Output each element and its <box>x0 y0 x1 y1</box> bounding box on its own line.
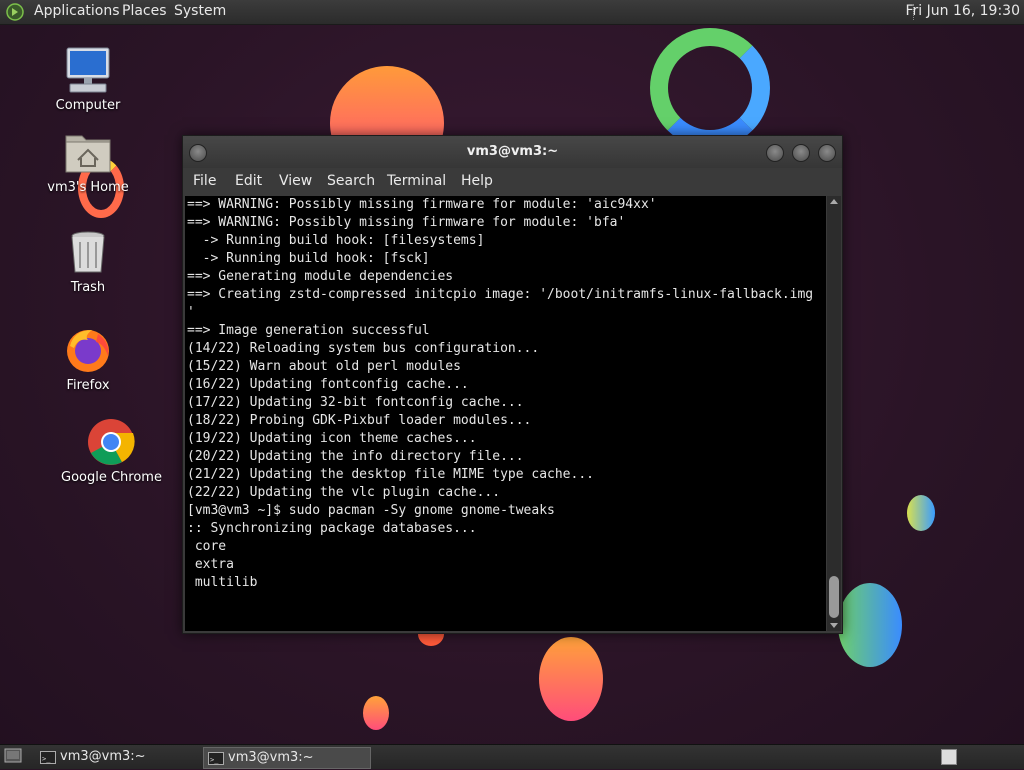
desktop-icon-label: Computer <box>55 98 121 113</box>
show-desktop-icon[interactable] <box>4 748 22 764</box>
close-button[interactable] <box>818 144 836 162</box>
desktop-icon-home[interactable]: vm3's Home <box>38 128 138 195</box>
menu-file[interactable]: File <box>193 173 216 189</box>
terminal-line: ==> WARNING: Possibly missing firmware f… <box>187 197 657 212</box>
wallpaper-blob <box>539 637 603 721</box>
terminal-line: ==> Image generation successful <box>187 323 430 338</box>
bottom-panel: vm3@vm3:~ vm3@vm3:~ <box>0 744 1024 770</box>
home-folder-icon <box>64 128 112 176</box>
desktop-icon-computer[interactable]: Computer <box>38 46 138 113</box>
menu-search[interactable]: Search <box>327 173 375 189</box>
window-menu-icon[interactable] <box>189 144 207 162</box>
top-panel: Applications Places System Fri Jun 16, 1… <box>0 0 1024 25</box>
workspace-switcher[interactable] <box>941 749 957 765</box>
desktop-icon-label: Firefox <box>66 378 110 393</box>
wallpaper-blob <box>907 495 935 531</box>
terminal-line: (16/22) Updating fontconfig cache... <box>187 377 469 392</box>
terminal-line: [vm3@vm3 ~]$ sudo pacman -Sy gnome gnome… <box>187 503 555 518</box>
window-title: vm3@vm3:~ <box>466 144 559 159</box>
terminal-line: core <box>187 539 227 554</box>
menu-terminal[interactable]: Terminal <box>387 173 446 189</box>
window-title-bar[interactable]: vm3@vm3:~ <box>183 136 842 168</box>
taskbar-item-active[interactable]: vm3@vm3:~ <box>203 747 371 770</box>
places-menu[interactable]: Places <box>122 3 167 19</box>
scroll-up-arrow-icon[interactable] <box>830 199 838 204</box>
minimize-button[interactable] <box>766 144 784 162</box>
menu-edit[interactable]: Edit <box>235 173 262 189</box>
taskbar-item[interactable]: vm3@vm3:~ <box>36 747 210 769</box>
terminal-line: -> Running build hook: [filesystems] <box>187 233 485 248</box>
terminal-line: (19/22) Updating icon theme caches... <box>187 431 477 446</box>
trash-icon <box>64 228 112 276</box>
maximize-button[interactable] <box>792 144 810 162</box>
taskbar-item-label: vm3@vm3:~ <box>228 750 314 765</box>
terminal-line: ==> Creating zstd-compressed initcpio im… <box>187 287 814 302</box>
terminal-line: (20/22) Updating the info directory file… <box>187 449 524 464</box>
terminal-line: ==> Generating module dependencies <box>187 269 454 284</box>
desktop-icon-trash[interactable]: Trash <box>38 228 138 295</box>
clock[interactable]: Fri Jun 16, 19:30 <box>905 3 1020 19</box>
menu-help[interactable]: Help <box>461 173 493 189</box>
wallpaper-blob <box>838 583 902 667</box>
terminal-line: (21/22) Updating the desktop file MIME t… <box>187 467 594 482</box>
system-menu[interactable]: System <box>174 3 226 19</box>
desktop-icon-chrome[interactable]: Google Chrome <box>61 418 162 485</box>
terminal-line: (22/22) Updating the vlc plugin cache... <box>187 485 501 500</box>
distro-logo-icon[interactable] <box>6 3 24 21</box>
terminal-line: (17/22) Updating 32-bit fontconfig cache… <box>187 395 524 410</box>
terminal-line: multilib <box>187 575 258 590</box>
computer-icon <box>64 46 112 94</box>
wallpaper-ring <box>650 28 770 148</box>
terminal-menu-bar: File Edit View Search Terminal Help <box>183 168 842 196</box>
desktop-icon-label: Google Chrome <box>61 470 162 485</box>
desktop-icon-label: vm3's Home <box>47 180 129 195</box>
firefox-icon <box>64 326 112 374</box>
desktop-icon-label: Trash <box>70 280 106 295</box>
terminal-window[interactable]: vm3@vm3:~ File Edit View Search Terminal… <box>182 135 843 634</box>
chrome-icon <box>87 418 135 466</box>
scrollbar-thumb[interactable] <box>829 576 839 618</box>
terminal-line: ' <box>187 305 195 320</box>
terminal-line: extra <box>187 557 234 572</box>
terminal-icon <box>40 749 56 769</box>
terminal-line: -> Running build hook: [fsck] <box>187 251 430 266</box>
wallpaper-blob <box>363 696 389 730</box>
terminal-icon <box>208 750 224 770</box>
terminal-line: :: Synchronizing package databases... <box>187 521 477 536</box>
desktop-icon-firefox[interactable]: Firefox <box>38 326 138 393</box>
applications-menu[interactable]: Applications <box>34 3 120 19</box>
menu-view[interactable]: View <box>279 173 312 189</box>
terminal-line: (14/22) Reloading system bus configurati… <box>187 341 540 356</box>
terminal-scrollbar[interactable] <box>827 196 841 631</box>
terminal-output[interactable]: ==> WARNING: Possibly missing firmware f… <box>185 196 826 631</box>
terminal-line: ==> WARNING: Possibly missing firmware f… <box>187 215 626 230</box>
taskbar-item-label: vm3@vm3:~ <box>60 749 146 764</box>
scroll-down-arrow-icon[interactable] <box>830 623 838 628</box>
terminal-line: (15/22) Warn about old perl modules <box>187 359 461 374</box>
terminal-line: (18/22) Probing GDK-Pixbuf loader module… <box>187 413 532 428</box>
